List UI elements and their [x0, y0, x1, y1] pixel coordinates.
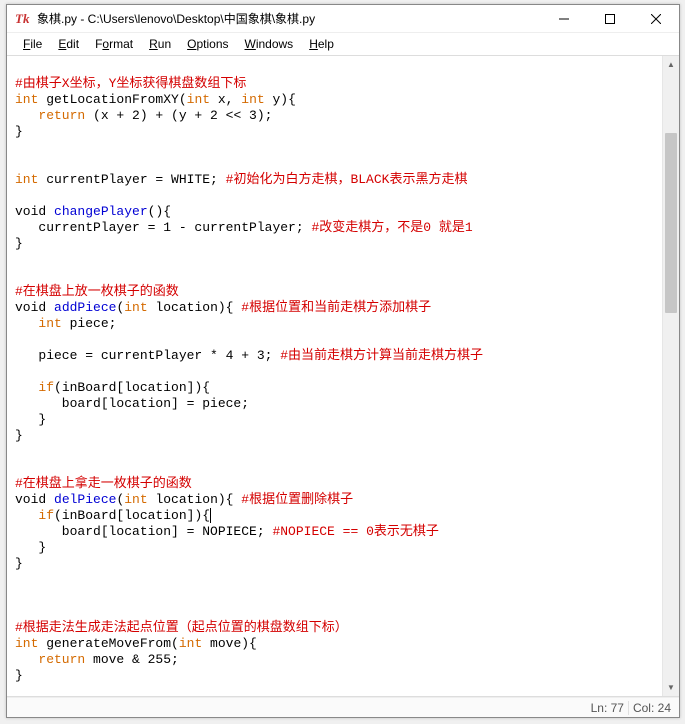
window-controls [541, 5, 679, 32]
scroll-track[interactable] [663, 73, 679, 679]
menu-options[interactable]: Options [179, 35, 236, 53]
minimize-button[interactable] [541, 5, 587, 33]
status-ln: Ln: 77 [587, 701, 628, 715]
maximize-button[interactable] [587, 5, 633, 33]
idle-icon: Tk [15, 11, 31, 27]
status-col: Col: 24 [628, 701, 675, 715]
idle-window: Tk 象棋.py - C:\Users\lenovo\Desktop\中国象棋\… [6, 4, 680, 718]
code-editor[interactable]: #由棋子X坐标，Y坐标获得棋盘数组下标 int getLocationFromX… [7, 56, 662, 696]
menu-windows[interactable]: Windows [237, 35, 302, 53]
scroll-up-icon[interactable]: ▲ [663, 56, 679, 73]
menu-run[interactable]: Run [141, 35, 179, 53]
scroll-down-icon[interactable]: ▼ [663, 679, 679, 696]
window-title: 象棋.py - C:\Users\lenovo\Desktop\中国象棋\象棋.… [37, 10, 541, 27]
close-button[interactable] [633, 5, 679, 33]
menubar: File Edit Format Run Options Windows Hel… [7, 33, 679, 55]
editor-area: #由棋子X坐标，Y坐标获得棋盘数组下标 int getLocationFromX… [7, 55, 679, 697]
vertical-scrollbar[interactable]: ▲ ▼ [662, 56, 679, 696]
text-cursor [210, 508, 211, 523]
titlebar: Tk 象棋.py - C:\Users\lenovo\Desktop\中国象棋\… [7, 5, 679, 33]
menu-help[interactable]: Help [301, 35, 342, 53]
menu-format[interactable]: Format [87, 35, 141, 53]
scroll-thumb[interactable] [665, 133, 677, 313]
menu-file[interactable]: File [15, 35, 50, 53]
menu-edit[interactable]: Edit [50, 35, 87, 53]
statusbar: Ln: 77 Col: 24 [7, 697, 679, 717]
